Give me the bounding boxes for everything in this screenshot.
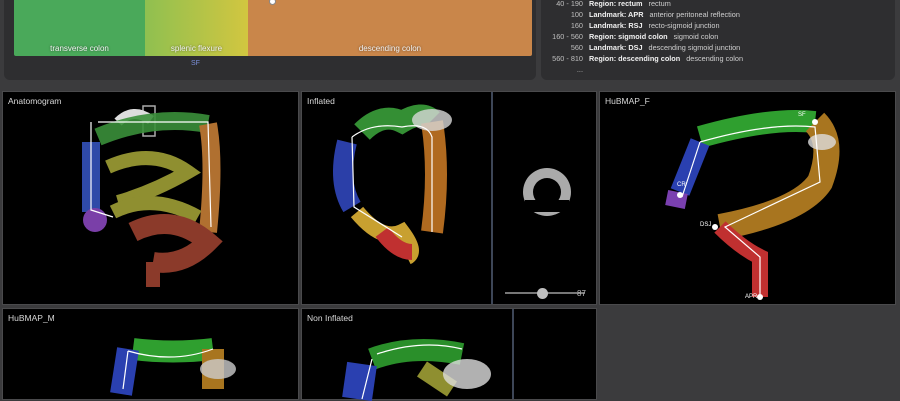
hubmap-f-panel[interactable]: HuBMAP_F SF CR DSJ APR [599,91,896,305]
cross-section-slider[interactable] [505,288,585,299]
legend-row: ... [547,64,889,75]
landmark-label: APR [745,294,758,300]
landmark-label: DSJ [700,222,712,228]
cursor-label: SF [191,60,200,67]
segment-label: transverse colon [50,44,109,53]
hubmap-m-colon-view [110,338,236,396]
legend-row: 560 Landmark: DSJ descending sigmoid junct… [547,42,889,53]
legend-range: 560 - 810 [552,54,583,63]
legend-range: 160 [570,21,583,30]
legend-type: Region: rectum [589,0,643,8]
legend-row: 100 Landmark: APR anterior peritoneal refl… [547,9,889,20]
hubmap-f-colon-view [665,110,840,300]
segment-descending-colon[interactable]: descending colon [248,0,532,56]
segment-label: descending colon [358,44,422,53]
anatomogram-panel[interactable]: Anatomogram [2,91,299,305]
legend-type: Landmark: APR [589,10,644,19]
legend-type: Region: descending colon [589,54,681,63]
empty-grid-cell [599,308,900,400]
view-divider[interactable] [491,92,493,304]
legend-row: 560 - 810 Region: descending colon descend… [547,53,889,64]
segment-splenic-flexure[interactable]: splenic flexure [145,0,248,56]
legend-row: 40 - 190 Region: rectum rectum [547,0,889,9]
non-inflated-colon-view [342,339,491,401]
legend-row: 160 - 560 Region: sigmoid colon sigmoid co… [547,31,889,42]
legend-range: ... [576,65,583,74]
legend-type: Landmark: RSJ [589,21,643,30]
legend-desc: descending colon [686,54,744,63]
non-inflated-panel[interactable]: Non Inflated [301,308,597,401]
legend-range: 100 [570,10,583,19]
legend-desc: recto-sigmoid junction [648,21,720,30]
slider-knob[interactable] [537,288,548,299]
segment-label: splenic flexure [170,44,223,53]
landmark-label: SF [798,112,806,118]
legend-desc: anterior peritoneal reflection [649,10,740,19]
legend-range: 560 [570,43,583,52]
segment-transverse-colon[interactable]: transverse colon [14,0,145,56]
region-strip-panel: transverse colon splenic flexure descend… [4,0,536,80]
region-strip[interactable]: transverse colon splenic flexure descend… [14,0,532,56]
anatomogram-illustration [82,105,223,287]
legend-type: Landmark: DSJ [589,43,643,52]
slider-value: 87 [577,289,586,298]
view-divider[interactable] [512,309,514,399]
landmark-label: CR [677,182,686,188]
legend-desc: rectum [648,0,671,8]
legend-type: Region: sigmoid colon [589,32,668,41]
legend-desc: descending sigmoid junction [648,43,741,52]
legend-range: 40 - 190 [556,0,583,8]
inflated-colon-view [333,104,452,265]
inflated-panel[interactable]: Inflated 87 [301,91,597,305]
top-bar: transverse colon splenic flexure descend… [0,0,900,88]
slider-area: 87 [495,92,596,306]
legend-desc: sigmoid colon [673,32,719,41]
legend-range: 160 - 560 [552,32,583,41]
legend-row: 160 Landmark: RSJ recto-sigmoid junction [547,20,889,31]
hubmap-m-panel[interactable]: HuBMAP_M [2,308,299,400]
landmark-legend: 40 - 190 Region: rectum rectum 100 Landmark… [541,0,895,80]
